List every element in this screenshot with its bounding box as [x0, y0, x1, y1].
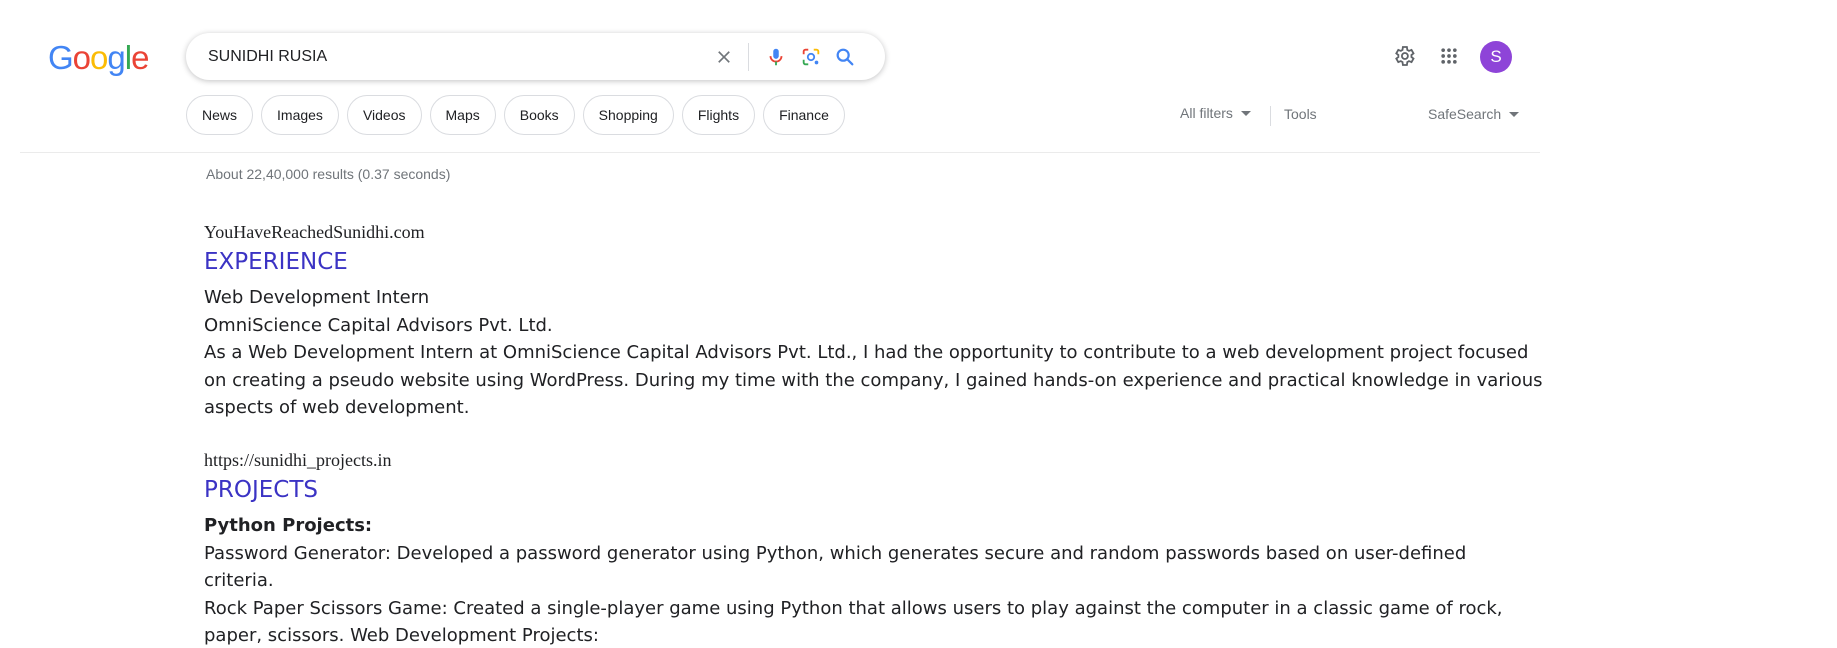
all-filters-button[interactable]: All filters — [1180, 105, 1251, 121]
chip-books[interactable]: Books — [503, 95, 575, 135]
snippet-line: Password Generator: Developed a password… — [204, 542, 1467, 564]
logo-letter: o — [72, 39, 91, 76]
result-snippet: Web Development Intern OmniScience Capit… — [204, 284, 1544, 422]
safesearch-button[interactable]: SafeSearch — [1428, 106, 1520, 122]
all-filters-label: All filters — [1180, 105, 1233, 121]
microphone-icon[interactable] — [763, 44, 789, 70]
snippet-line: As a Web Development Intern at OmniScien… — [204, 342, 1529, 363]
logo-letter: G — [48, 39, 74, 76]
chip-shopping[interactable]: Shopping — [582, 95, 674, 135]
chip-news[interactable]: News — [186, 95, 254, 135]
search-icon[interactable] — [832, 44, 858, 70]
result-stats: About 22,40,000 results (0.37 seconds) — [206, 166, 451, 182]
search-result: https://sunidhi_projects.in PROJECTS Pyt… — [204, 449, 1544, 648]
snippet-line: paper, scissors. Web Development Project… — [204, 625, 599, 646]
result-title[interactable]: PROJECTS — [204, 474, 1544, 506]
result-site[interactable]: YouHaveReachedSunidhi.com — [204, 221, 1544, 243]
search-box — [186, 33, 885, 80]
snippet-heading: Python Projects: — [204, 515, 373, 536]
snippet-line: Web Development Intern — [204, 287, 430, 308]
result-snippet: Python Projects: Password Generator: Dev… — [204, 512, 1544, 648]
chip-finance[interactable]: Finance — [763, 95, 845, 135]
google-logo[interactable]: Google — [48, 39, 149, 76]
snippet-line: aspects of web development. — [204, 397, 470, 418]
snippet-line: on creating a pseudo website using WordP… — [204, 369, 1543, 391]
search-input[interactable] — [208, 33, 688, 80]
result-title[interactable]: EXPERIENCE — [204, 246, 1544, 278]
result-site[interactable]: https://sunidhi_projects.in — [204, 449, 1544, 471]
logo-letter: o — [90, 39, 108, 76]
header-divider — [20, 152, 1540, 153]
chip-maps[interactable]: Maps — [429, 95, 496, 135]
chip-flights[interactable]: Flights — [681, 95, 756, 135]
camera-lens-icon[interactable] — [798, 44, 824, 70]
filters-divider — [1270, 106, 1271, 126]
tools-button[interactable]: Tools — [1284, 106, 1317, 122]
search-result: YouHaveReachedSunidhi.com EXPERIENCE Web… — [204, 221, 1544, 422]
caret-down-icon — [1240, 110, 1251, 116]
grid-apps-icon[interactable] — [1436, 43, 1462, 69]
search-divider — [748, 43, 749, 71]
snippet-line: Rock Paper Scissors Game: Created a sing… — [204, 597, 1503, 619]
gear-icon[interactable] — [1391, 43, 1417, 69]
chip-videos[interactable]: Videos — [346, 95, 422, 135]
snippet-line: criteria. — [204, 570, 274, 591]
logo-letter: e — [131, 39, 149, 76]
avatar[interactable]: S — [1480, 41, 1512, 73]
close-icon[interactable] — [711, 44, 737, 70]
search-type-chips: News Images Videos Maps Books Shopping F… — [186, 95, 845, 135]
snippet-line: OmniScience Capital Advisors Pvt. Ltd. — [204, 314, 553, 336]
caret-down-icon — [1509, 111, 1520, 117]
safesearch-label: SafeSearch — [1428, 106, 1502, 122]
logo-letter: g — [107, 39, 125, 76]
chip-images[interactable]: Images — [261, 95, 339, 135]
